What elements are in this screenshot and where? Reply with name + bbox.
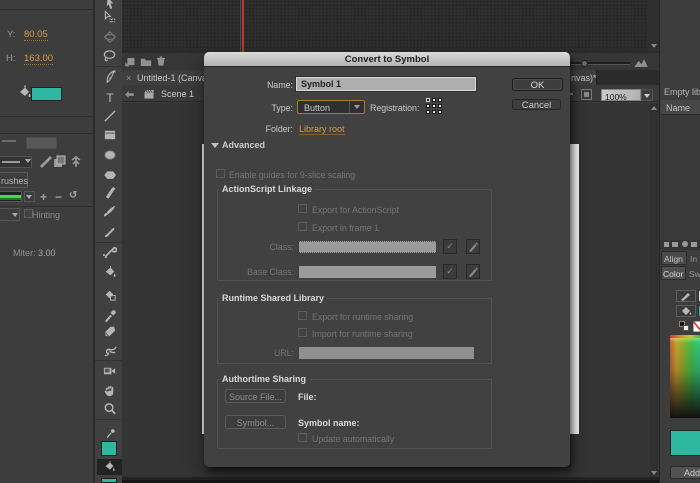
svg-text:T: T — [106, 91, 114, 105]
